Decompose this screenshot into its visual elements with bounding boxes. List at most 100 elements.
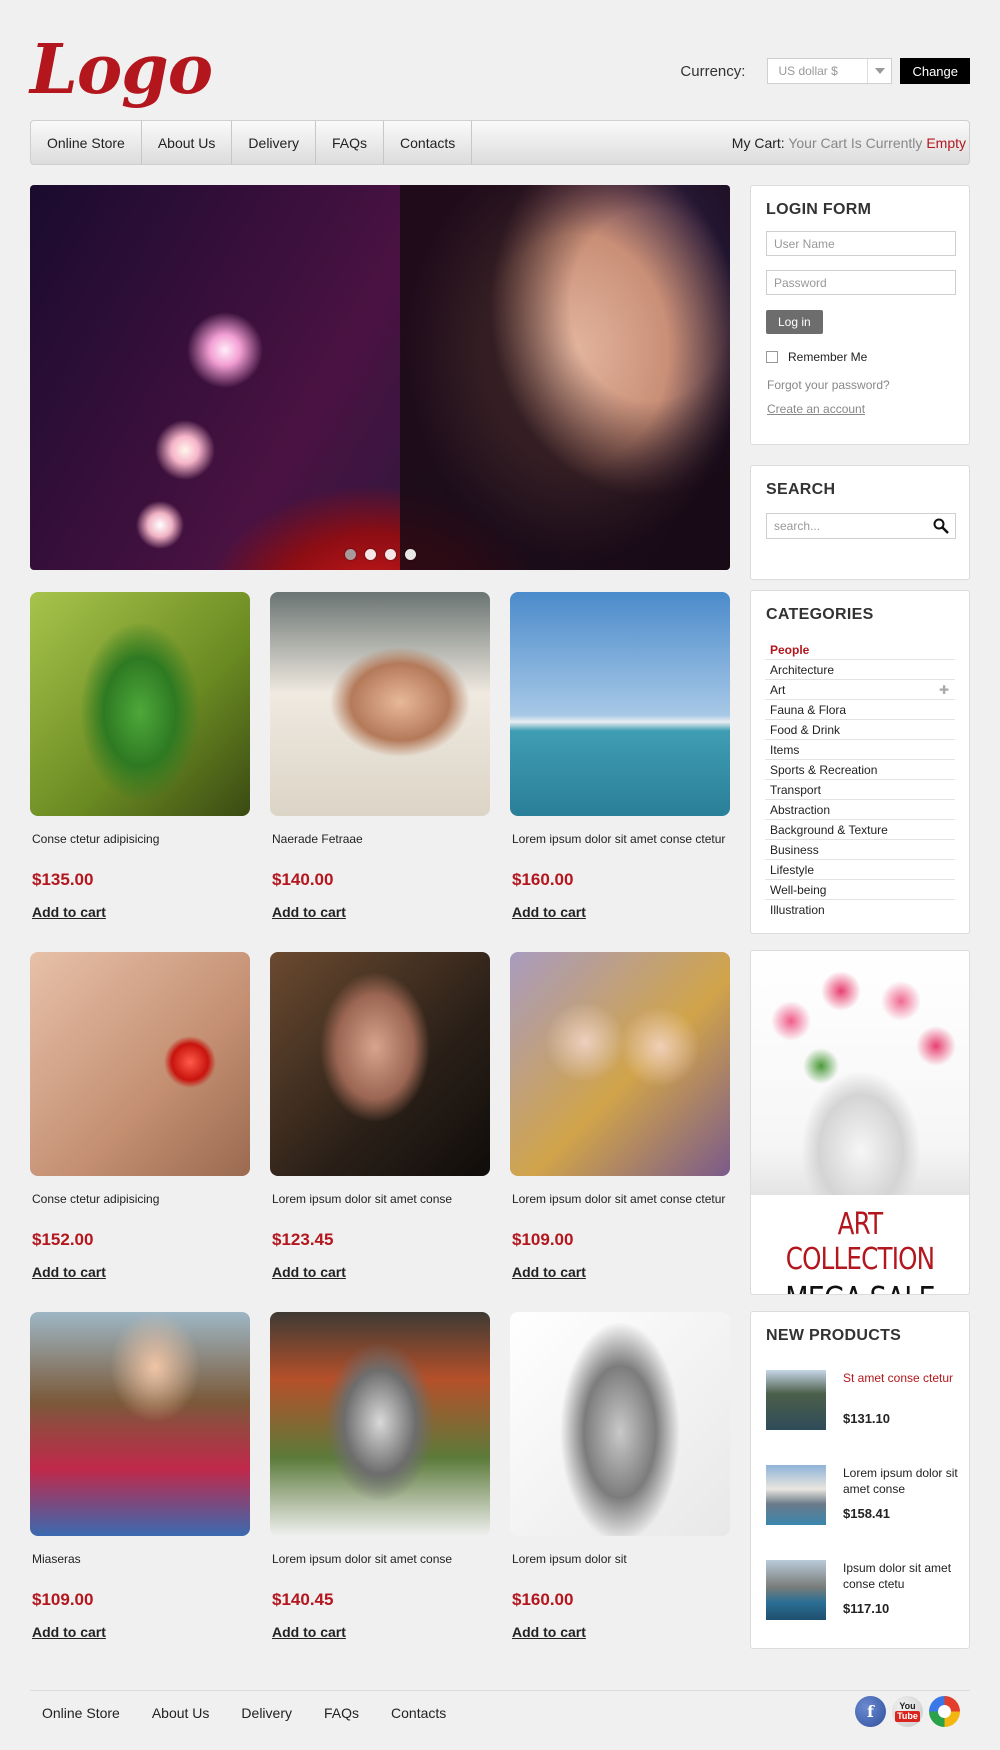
category-item-art[interactable]: Art ✚ [765, 680, 955, 700]
slider-dot-2[interactable] [365, 549, 376, 560]
footer-link-delivery[interactable]: Delivery [241, 1705, 292, 1721]
add-to-cart-link[interactable]: Add to cart [32, 1264, 106, 1280]
new-product-item: St amet conse ctetur $131.10 [766, 1370, 956, 1440]
forgot-password-link[interactable]: Forgot your password? [767, 378, 969, 392]
footer-link-faqs[interactable]: FAQs [324, 1705, 359, 1721]
nav-item-online-store[interactable]: Online Store [31, 121, 142, 164]
slider-dot-1[interactable] [345, 549, 356, 560]
new-product-thumb[interactable] [766, 1560, 826, 1620]
categories-box: CATEGORIES People Architecture Art ✚ Fau… [750, 590, 970, 934]
category-item-label: Art [770, 683, 786, 697]
category-item-items[interactable]: Items [765, 740, 955, 760]
search-icon[interactable] [933, 518, 949, 534]
promo-banner[interactable]: ART COLLECTION MEGA SALE [750, 950, 970, 1295]
category-item-well-being[interactable]: Well-being [765, 880, 955, 900]
product-name[interactable]: Lorem ipsum dolor sit amet conse ctetur [510, 831, 730, 867]
main-nav: Online Store About Us Delivery FAQs Cont… [30, 120, 970, 165]
google-icon[interactable] [929, 1696, 960, 1727]
product-name[interactable]: Naerade Fetraae [270, 831, 490, 867]
add-to-cart-link[interactable]: Add to cart [32, 1624, 106, 1640]
product-image[interactable] [30, 1312, 250, 1536]
product-price: $123.45 [272, 1230, 334, 1249]
product-name[interactable]: Conse ctetur adipisicing [30, 1191, 250, 1227]
slider-dot-3[interactable] [385, 549, 396, 560]
product-card: Lorem ipsum dolor sit amet conse ctetur … [510, 952, 730, 1280]
category-item-architecture[interactable]: Architecture [765, 660, 955, 680]
category-item-transport[interactable]: Transport [765, 780, 955, 800]
product-image[interactable] [270, 952, 490, 1176]
category-item-abstraction[interactable]: Abstraction [765, 800, 955, 820]
slider-dot-4[interactable] [405, 549, 416, 560]
hero-slider[interactable] [30, 185, 730, 570]
chevron-down-icon[interactable] [867, 59, 891, 83]
currency-change-button[interactable]: Change [900, 58, 970, 84]
add-to-cart-link[interactable]: Add to cart [512, 1624, 586, 1640]
nav-item-delivery[interactable]: Delivery [232, 121, 316, 164]
product-image[interactable] [30, 592, 250, 816]
product-name[interactable]: Conse ctetur adipisicing [30, 831, 250, 867]
categories-title: CATEGORIES [766, 606, 874, 623]
nav-item-about-us[interactable]: About Us [142, 121, 233, 164]
product-price: $160.00 [512, 1590, 574, 1609]
category-item-lifestyle[interactable]: Lifestyle [765, 860, 955, 880]
new-product-thumb[interactable] [766, 1370, 826, 1430]
search-input[interactable]: search... [766, 513, 956, 539]
new-product-price: $131.10 [843, 1411, 890, 1426]
remember-checkbox[interactable] [766, 351, 778, 363]
remember-me[interactable]: Remember Me [766, 350, 969, 364]
currency-select[interactable]: US dollar $ [767, 58, 893, 84]
footer-link-online-store[interactable]: Online Store [42, 1705, 120, 1721]
add-to-cart-link[interactable]: Add to cart [272, 904, 346, 920]
product-image[interactable] [30, 952, 250, 1176]
add-to-cart-link[interactable]: Add to cart [512, 1264, 586, 1280]
expand-icon[interactable]: ✚ [939, 683, 949, 697]
product-card: Naerade Fetraae $140.00 Add to cart [270, 592, 490, 920]
new-product-price: $158.41 [843, 1506, 890, 1521]
product-image[interactable] [270, 1312, 490, 1536]
product-name[interactable]: Lorem ipsum dolor sit amet conse ctetur [510, 1191, 730, 1227]
password-field[interactable]: Password [766, 270, 956, 295]
cart-summary[interactable]: My Cart: Your Cart Is Currently Empty [732, 135, 969, 151]
currency-value: US dollar $ [778, 64, 838, 78]
new-product-name[interactable]: Ipsum dolor sit amet conse ctetu [843, 1560, 958, 1592]
new-product-name[interactable]: St amet conse ctetur [843, 1370, 958, 1386]
product-image[interactable] [510, 952, 730, 1176]
login-button[interactable]: Log in [766, 310, 823, 334]
product-price: $140.00 [272, 870, 334, 889]
site-logo[interactable]: Logo [30, 30, 213, 110]
login-title: LOGIN FORM [766, 201, 872, 218]
footer-link-about-us[interactable]: About Us [152, 1705, 210, 1721]
product-name[interactable]: Miaseras [30, 1551, 250, 1587]
product-card: Lorem ipsum dolor sit amet conse $140.45… [270, 1312, 490, 1640]
youtube-icon[interactable]: You Tube [892, 1696, 923, 1727]
category-item-food-drink[interactable]: Food & Drink [765, 720, 955, 740]
footer-link-contacts[interactable]: Contacts [391, 1705, 446, 1721]
product-name[interactable]: Lorem ipsum dolor sit amet conse [270, 1191, 490, 1227]
category-item-illustration[interactable]: Illustration [765, 900, 955, 920]
cart-empty-link[interactable]: Empty [926, 135, 966, 151]
add-to-cart-link[interactable]: Add to cart [512, 904, 586, 920]
product-name[interactable]: Lorem ipsum dolor sit amet conse [270, 1551, 490, 1587]
product-name[interactable]: Lorem ipsum dolor sit [510, 1551, 730, 1587]
add-to-cart-link[interactable]: Add to cart [32, 904, 106, 920]
product-image[interactable] [510, 592, 730, 816]
add-to-cart-link[interactable]: Add to cart [272, 1624, 346, 1640]
product-card: Conse ctetur adipisicing $135.00 Add to … [30, 592, 250, 920]
category-item-fauna-flora[interactable]: Fauna & Flora [765, 700, 955, 720]
new-product-name[interactable]: Lorem ipsum dolor sit amet conse [843, 1465, 958, 1497]
product-image[interactable] [270, 592, 490, 816]
category-item-people[interactable]: People [765, 640, 955, 660]
facebook-icon[interactable]: f [855, 1696, 886, 1727]
nav-item-faqs[interactable]: FAQs [316, 121, 385, 164]
add-to-cart-link[interactable]: Add to cart [272, 1264, 346, 1280]
product-image[interactable] [510, 1312, 730, 1536]
currency-switcher: Currency: US dollar $ Change [680, 58, 970, 84]
new-product-thumb[interactable] [766, 1465, 826, 1525]
nav-item-contacts[interactable]: Contacts [384, 121, 473, 164]
create-account-link[interactable]: Create an account [767, 402, 969, 416]
category-item-background[interactable]: Background & Texture [765, 820, 955, 840]
category-item-sports[interactable]: Sports & Recreation [765, 760, 955, 780]
category-item-business[interactable]: Business [765, 840, 955, 860]
cart-status: Your Cart Is Currently [788, 134, 923, 151]
username-field[interactable]: User Name [766, 231, 956, 256]
